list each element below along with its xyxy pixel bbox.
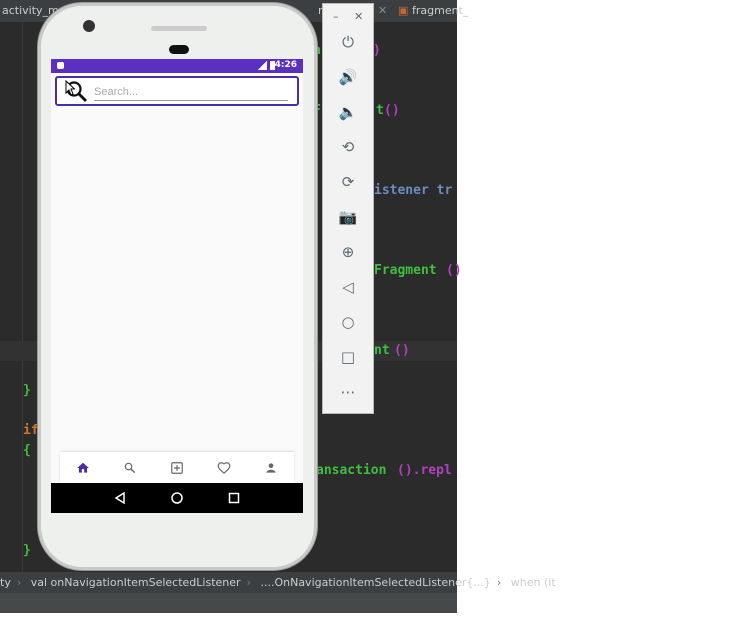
xml-file-icon: ▣ <box>398 4 409 17</box>
speaker-grille <box>151 26 207 31</box>
back-icon[interactable]: ◁ <box>337 276 359 298</box>
home-circle-icon[interactable] <box>171 492 183 504</box>
mouse-cursor-icon <box>65 80 75 96</box>
tab-close-icon[interactable]: ✕ <box>378 4 387 17</box>
person-icon[interactable] <box>264 461 278 475</box>
home-icon[interactable] <box>76 461 90 475</box>
minimize-icon[interactable]: – <box>333 10 339 23</box>
notification-icon <box>57 62 64 69</box>
code-token: () <box>446 263 462 278</box>
breadcrumb-item[interactable]: ty <box>0 576 11 589</box>
code-token: istener tr <box>374 183 453 198</box>
code-token: Fragment <box>374 263 437 278</box>
breadcrumb-item[interactable]: val onNavigationItemSelectedListener <box>31 576 241 589</box>
code-token: } <box>23 383 31 398</box>
emulator-toolbar: – ✕ ⏻ 🔊 🔈 ⟲ ⟳ 📷 ⊕ ◁ ○ □ ⋯ <box>322 3 374 414</box>
breadcrumb-item[interactable]: when (it <box>511 576 556 589</box>
camera-icon[interactable]: 📷 <box>337 206 359 228</box>
code-token: if <box>23 423 39 438</box>
rotate-right-icon[interactable]: ⟳ <box>337 171 359 193</box>
volume-up-icon[interactable]: 🔊 <box>337 66 359 88</box>
overview-icon[interactable]: □ <box>337 346 359 368</box>
code-token: () <box>394 343 410 358</box>
rotate-left-icon[interactable]: ⟲ <box>337 136 359 158</box>
status-time: 4:26 <box>274 60 297 70</box>
system-navigation-bar <box>51 483 303 513</box>
volume-down-icon[interactable]: 🔈 <box>337 101 359 123</box>
status-bar: 4:26 <box>51 59 303 73</box>
phone-screen: 4:26 <box>51 59 303 513</box>
home-icon[interactable]: ○ <box>337 311 359 333</box>
breadcrumb-item[interactable]: ....OnNavigationItemSelectedListener{...… <box>260 576 490 589</box>
gutter-line <box>22 22 23 572</box>
overview-icon[interactable] <box>228 492 240 504</box>
back-icon[interactable] <box>114 492 126 504</box>
search-icon[interactable] <box>123 461 137 475</box>
search-bar[interactable] <box>55 76 299 106</box>
code-token: } <box>23 543 31 558</box>
code-token: ().repl <box>397 463 452 478</box>
tab-fragment[interactable]: fragment_ <box>412 4 468 17</box>
phone-emulator-frame: 4:26 <box>38 3 317 570</box>
code-token: ansaction <box>316 463 387 478</box>
zoom-icon[interactable]: ⊕ <box>337 241 359 263</box>
code-token: t <box>376 103 384 118</box>
status-strip <box>0 593 457 613</box>
breadcrumb: ty › val onNavigationItemSelectedListener… <box>0 572 556 593</box>
close-icon[interactable]: ✕ <box>354 10 363 23</box>
power-icon[interactable]: ⏻ <box>337 31 359 53</box>
signal-icon <box>257 61 267 70</box>
search-input[interactable] <box>94 83 288 101</box>
sensor <box>169 45 189 54</box>
code-token: nt <box>374 343 390 358</box>
more-icon[interactable]: ⋯ <box>337 381 359 403</box>
code-token: ) <box>373 43 381 58</box>
heart-icon[interactable] <box>217 461 231 475</box>
code-token: { <box>23 443 31 458</box>
add-box-icon[interactable] <box>170 461 184 475</box>
camera-icon <box>83 20 95 32</box>
code-token: () <box>384 103 400 118</box>
bottom-navigation <box>60 452 294 483</box>
